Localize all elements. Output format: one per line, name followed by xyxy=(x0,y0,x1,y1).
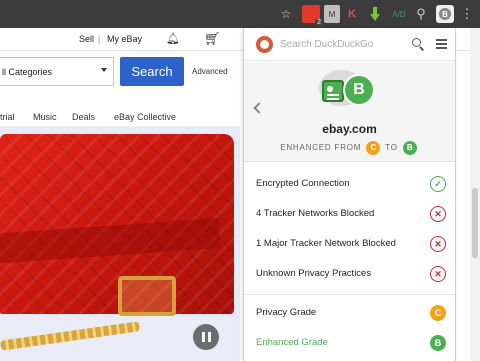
privacy-grade-row[interactable]: Privacy Grade C xyxy=(256,303,446,323)
bookmark-star-icon[interactable]: ☆ xyxy=(281,5,292,23)
cart-icon[interactable]: 🛒︎ xyxy=(204,31,221,47)
back-arrow-icon[interactable] xyxy=(253,102,265,114)
site-domain: ebay.com xyxy=(322,122,377,136)
popup-search-input[interactable]: Search DuckDuckGo xyxy=(280,39,373,50)
nav-separator: | xyxy=(98,34,101,44)
handbag-chain xyxy=(0,321,141,351)
category-link[interactable]: Music xyxy=(33,112,57,122)
privacy-row-label: 4 Tracker Networks Blocked xyxy=(256,208,375,219)
hero-banner[interactable] xyxy=(0,126,240,361)
duckduckgo-extension-icon[interactable]: B xyxy=(436,5,454,23)
cross-icon: ✕ xyxy=(430,206,446,222)
duckduckgo-logo-icon xyxy=(256,36,273,53)
privacy-grade-label: Privacy Grade xyxy=(256,307,317,318)
hamburger-menu-icon[interactable] xyxy=(436,39,447,52)
browser-toolbar: ☆ 2 M K A/D ⚲ B ⋮ xyxy=(0,0,480,28)
extension-ad-icon[interactable]: A/D xyxy=(388,5,410,23)
extension-k-label: K xyxy=(348,8,356,20)
handbag-clasp xyxy=(118,276,176,316)
privacy-row-encrypted[interactable]: Encrypted Connection ✓ xyxy=(256,175,446,195)
extension-badge-count: 2 xyxy=(315,19,323,26)
duckduckgo-privacy-popup: Search DuckDuckGo B ebay.com ENHANCED FR… xyxy=(243,28,456,361)
extension-gray-icon[interactable]: M xyxy=(324,5,340,23)
enhanced-from-label: ENHANCED FROM xyxy=(280,143,362,153)
privacy-row-practices[interactable]: Unknown Privacy Practices ✕ xyxy=(256,265,446,285)
category-link[interactable]: trial xyxy=(0,112,15,122)
sell-link[interactable]: Sell xyxy=(79,34,94,44)
chevron-down-icon xyxy=(101,68,107,72)
pause-icon xyxy=(201,332,205,342)
enhanced-grade-row[interactable]: Enhanced Grade B xyxy=(256,333,446,353)
privacy-row-label: 1 Major Tracker Network Blocked xyxy=(256,238,396,249)
popup-search-bar[interactable]: Search DuckDuckGo xyxy=(244,28,455,61)
extension-gray-label: M xyxy=(328,9,336,19)
site-summary: B ebay.com ENHANCED FROM C TO B xyxy=(244,62,455,162)
pause-button[interactable] xyxy=(193,324,219,350)
enhanced-to-label: TO xyxy=(385,143,398,153)
category-link[interactable]: Deals xyxy=(72,112,95,122)
enhanced-grade-label: Enhanced Grade xyxy=(256,337,328,348)
site-grade-badge: B xyxy=(343,74,375,106)
privacy-row-trackers[interactable]: 4 Tracker Networks Blocked ✕ xyxy=(256,205,446,225)
page-scrollbar[interactable] xyxy=(470,28,480,361)
to-grade-badge: B xyxy=(402,141,417,155)
privacy-row-label: Unknown Privacy Practices xyxy=(256,268,372,279)
extension-grade-badge: B xyxy=(439,8,451,20)
my-ebay-link[interactable]: My eBay xyxy=(107,34,142,44)
search-button[interactable]: Search xyxy=(120,57,184,86)
key-icon[interactable]: ⚲ xyxy=(414,5,428,23)
section-divider xyxy=(244,294,455,295)
checkmark-icon: ✓ xyxy=(430,176,446,192)
search-icon[interactable] xyxy=(412,38,421,47)
privacy-grade-badge: C xyxy=(430,305,446,321)
category-link[interactable]: eBay Collective xyxy=(114,112,176,122)
download-arrow-icon[interactable] xyxy=(368,5,382,23)
privacy-row-label: Encrypted Connection xyxy=(256,178,350,189)
category-select-value: ll Categories xyxy=(2,67,53,77)
privacy-row-major-trackers[interactable]: 1 Major Tracker Network Blocked ✕ xyxy=(256,235,446,255)
cross-icon: ✕ xyxy=(430,236,446,252)
enhanced-grade-summary: ENHANCED FROM C TO B xyxy=(244,141,455,155)
from-grade-badge: C xyxy=(366,141,381,155)
advanced-search-link[interactable]: Advanced xyxy=(192,67,228,76)
category-select[interactable]: ll Categories xyxy=(0,57,114,86)
id-card-icon xyxy=(322,80,344,102)
scrollbar-thumb[interactable] xyxy=(472,188,478,258)
extension-k-icon[interactable]: K xyxy=(346,5,358,23)
cross-icon: ✕ xyxy=(430,266,446,282)
extension-red-icon[interactable]: 2 xyxy=(302,5,323,26)
browser-menu-icon[interactable]: ⋮ xyxy=(461,5,474,23)
extension-ad-label: A/D xyxy=(392,9,406,19)
bell-icon[interactable]: 🔔︎ xyxy=(166,32,180,45)
enhanced-grade-badge: B xyxy=(430,335,446,351)
